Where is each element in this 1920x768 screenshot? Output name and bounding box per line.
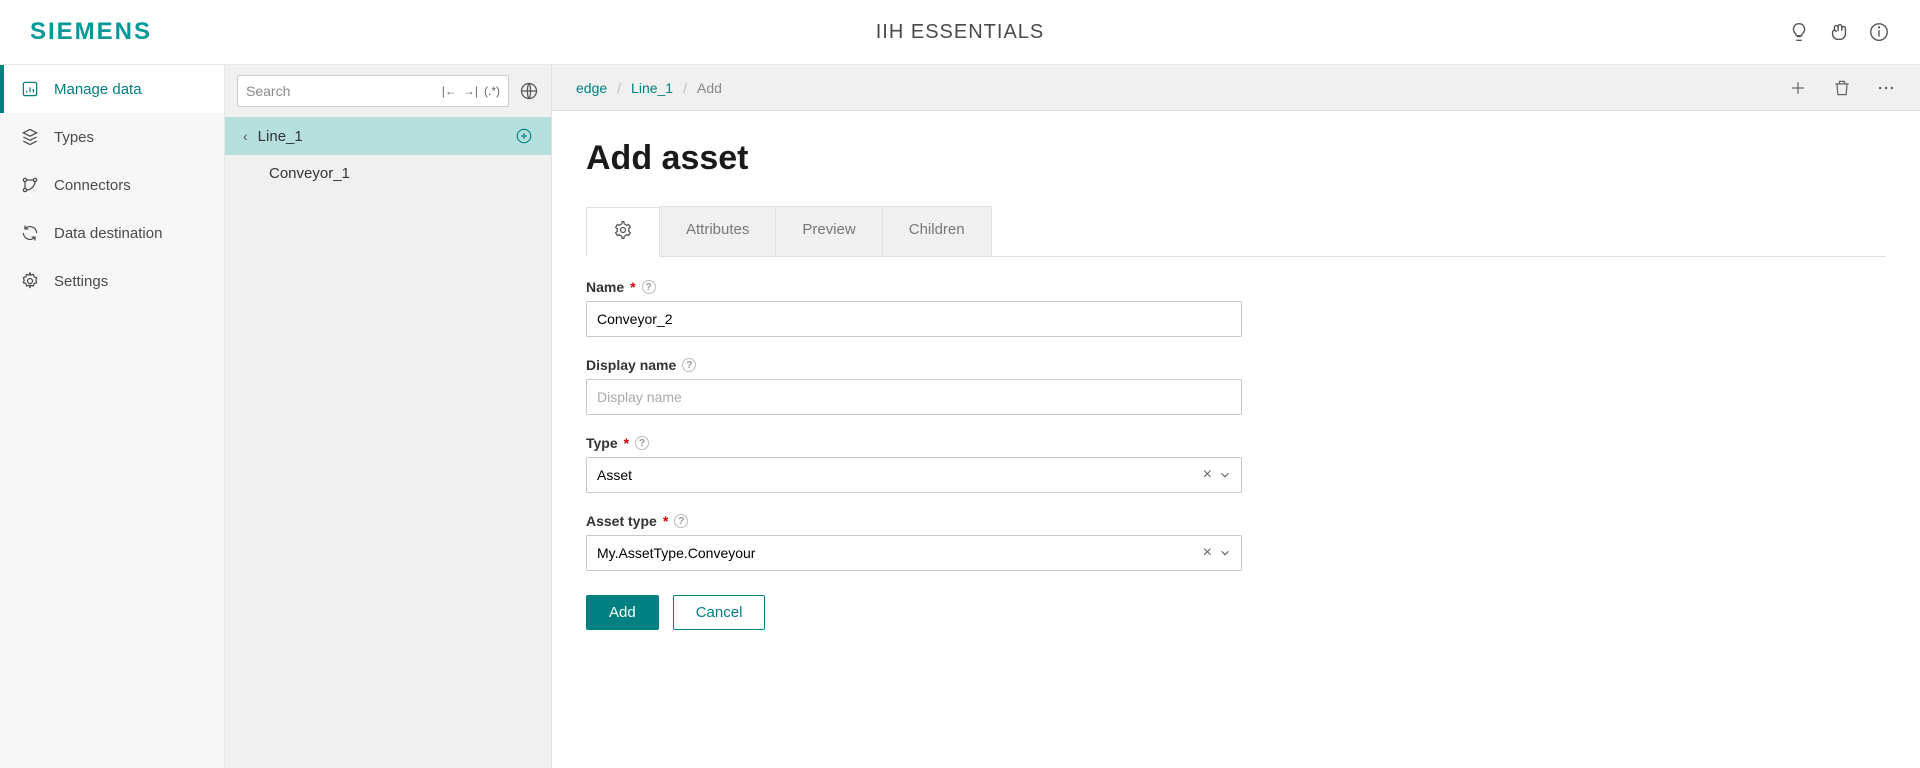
sidebar-item-label: Connectors	[54, 177, 131, 194]
tree-panel: |← →| (.*) ‹ Line_1 Conveyor_1	[225, 65, 552, 768]
field-label-asset-type: Asset type * ?	[586, 513, 1242, 529]
field-name: Name * ?	[586, 279, 1242, 337]
regex-icon[interactable]: (.*)	[484, 84, 500, 98]
form: Name * ? Display name ? Type	[586, 279, 1242, 630]
sidebar-item-label: Types	[54, 129, 94, 146]
gear-icon	[613, 220, 633, 240]
field-label-display-name: Display name ?	[586, 357, 1242, 373]
breadcrumb-current: Add	[697, 80, 722, 96]
type-select-wrap: ×	[586, 457, 1242, 493]
app-header: SIEMENS IIH ESSENTIALS	[0, 0, 1920, 65]
label-text: Display name	[586, 357, 676, 373]
clear-icon[interactable]: ×	[1203, 466, 1212, 484]
required-mark: *	[624, 435, 629, 451]
required-mark: *	[663, 513, 668, 529]
breadcrumb-sep: /	[683, 80, 687, 96]
tree-item-label: Line_1	[258, 128, 303, 145]
display-name-input[interactable]	[586, 379, 1242, 415]
sidebar: Manage data Types Connectors Data destin…	[0, 65, 225, 768]
chevron-down-icon[interactable]	[1218, 468, 1232, 482]
field-asset-type: Asset type * ? ×	[586, 513, 1242, 571]
breadcrumb-root[interactable]: edge	[576, 80, 607, 96]
tab-label: Preview	[802, 221, 855, 238]
plus-icon[interactable]	[1788, 78, 1808, 98]
sidebar-item-label: Settings	[54, 273, 108, 290]
asset-type-select-wrap: ×	[586, 535, 1242, 571]
chevron-left-icon: ‹	[243, 128, 248, 144]
lightbulb-icon[interactable]	[1788, 21, 1810, 43]
chevron-down-icon[interactable]	[1218, 546, 1232, 560]
info-icon[interactable]	[1868, 21, 1890, 43]
label-text: Asset type	[586, 513, 657, 529]
search-wrap: |← →| (.*)	[237, 75, 509, 107]
globe-icon[interactable]	[519, 81, 539, 101]
feedback-icon[interactable]	[1828, 21, 1850, 43]
tree-list: ‹ Line_1 Conveyor_1	[225, 117, 551, 192]
required-mark: *	[630, 279, 635, 295]
main-content: edge / Line_1 / Add Add asset Attributes…	[552, 65, 1920, 768]
sidebar-item-connectors[interactable]: Connectors	[0, 161, 224, 209]
sidebar-item-types[interactable]: Types	[0, 113, 224, 161]
header-actions	[1788, 21, 1890, 43]
name-input[interactable]	[586, 301, 1242, 337]
gear-icon	[20, 271, 40, 291]
label-text: Type	[586, 435, 618, 451]
form-actions: Add Cancel	[586, 595, 1242, 630]
trash-icon[interactable]	[1832, 78, 1852, 98]
sidebar-item-settings[interactable]: Settings	[0, 257, 224, 305]
tree-item-label: Conveyor_1	[269, 165, 350, 182]
help-icon[interactable]: ?	[674, 514, 688, 528]
content-area: Add asset Attributes Preview Children Na…	[552, 111, 1920, 658]
type-select[interactable]	[586, 457, 1242, 493]
toolbar-actions	[1788, 78, 1896, 98]
label-text: Name	[586, 279, 624, 295]
search-input[interactable]	[246, 83, 442, 99]
asset-type-select[interactable]	[586, 535, 1242, 571]
more-icon[interactable]	[1876, 78, 1896, 98]
add-circle-icon[interactable]	[515, 127, 533, 145]
cancel-button[interactable]: Cancel	[673, 595, 766, 630]
field-label-type: Type * ?	[586, 435, 1242, 451]
manage-data-icon	[20, 79, 40, 99]
types-icon	[20, 127, 40, 147]
field-label-name: Name * ?	[586, 279, 1242, 295]
tab-preview[interactable]: Preview	[775, 206, 882, 256]
breadcrumb-parent[interactable]: Line_1	[631, 80, 673, 96]
add-button[interactable]: Add	[586, 595, 659, 630]
breadcrumb-sep: /	[617, 80, 621, 96]
field-display-name: Display name ?	[586, 357, 1242, 415]
app-title: IIH ESSENTIALS	[876, 21, 1045, 44]
brand-logo: SIEMENS	[30, 18, 152, 46]
tree-item-conveyor1[interactable]: Conveyor_1	[225, 155, 551, 192]
tab-children[interactable]: Children	[882, 206, 992, 256]
help-icon[interactable]: ?	[682, 358, 696, 372]
collapse-right-icon[interactable]: →|	[463, 84, 478, 98]
tab-general[interactable]	[586, 207, 660, 257]
sidebar-item-label: Manage data	[54, 81, 142, 98]
help-icon[interactable]: ?	[635, 436, 649, 450]
sidebar-item-label: Data destination	[54, 225, 162, 242]
search-mode-icons: |← →| (.*)	[442, 84, 500, 98]
sync-icon	[20, 223, 40, 243]
page-title: Add asset	[586, 139, 1886, 178]
tab-label: Attributes	[686, 221, 749, 238]
tab-label: Children	[909, 221, 965, 238]
sidebar-item-manage-data[interactable]: Manage data	[0, 65, 224, 113]
tab-attributes[interactable]: Attributes	[659, 206, 776, 256]
sidebar-item-data-destination[interactable]: Data destination	[0, 209, 224, 257]
breadcrumb: edge / Line_1 / Add	[576, 80, 722, 96]
collapse-left-icon[interactable]: |←	[442, 84, 457, 98]
help-icon[interactable]: ?	[642, 280, 656, 294]
main-layout: Manage data Types Connectors Data destin…	[0, 65, 1920, 768]
connectors-icon	[20, 175, 40, 195]
field-type: Type * ? ×	[586, 435, 1242, 493]
tabs: Attributes Preview Children	[586, 206, 1886, 257]
tree-item-line1[interactable]: ‹ Line_1	[225, 117, 551, 155]
clear-icon[interactable]: ×	[1203, 544, 1212, 562]
tree-toolbar: |← →| (.*)	[225, 65, 551, 117]
main-toolbar: edge / Line_1 / Add	[552, 65, 1920, 111]
